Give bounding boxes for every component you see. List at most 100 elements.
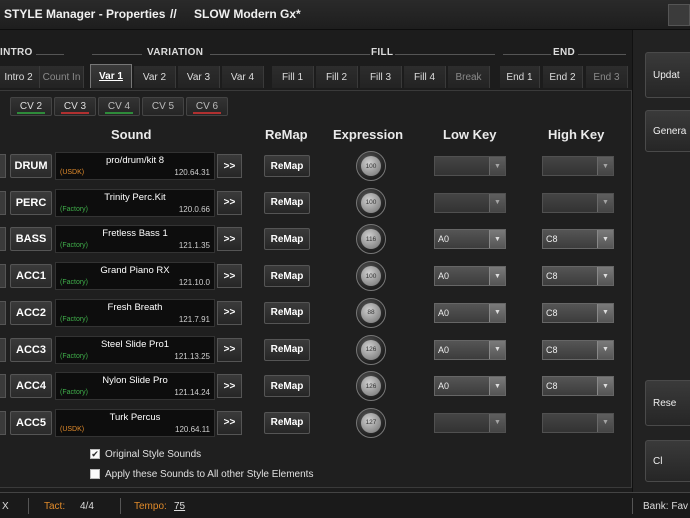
remap-button[interactable]: ReMap bbox=[264, 411, 310, 434]
track-row-acc4: ACC4 Nylon Slide Pro (Factory) 121.14.24 >> R… bbox=[0, 371, 630, 402]
remap-button[interactable]: ReMap bbox=[264, 155, 310, 177]
track-name-button[interactable]: ACC1 bbox=[10, 264, 52, 289]
remap-button[interactable]: ReMap bbox=[264, 375, 310, 398]
chevron-down-icon: ▼ bbox=[597, 340, 613, 359]
low-key-dropdown[interactable]: A0 ▼ bbox=[434, 376, 506, 397]
high-key-dropdown[interactable]: C8 ▼ bbox=[542, 339, 614, 360]
low-key-dropdown[interactable]: ▼ bbox=[434, 192, 506, 213]
remap-button[interactable]: ReMap bbox=[264, 228, 310, 251]
row-left-handle[interactable] bbox=[0, 410, 6, 435]
track-name-button[interactable]: DRUM bbox=[10, 154, 52, 178]
expression-knob[interactable]: 126 bbox=[356, 371, 386, 402]
expression-knob[interactable]: 126 bbox=[356, 334, 386, 365]
remap-button[interactable]: ReMap bbox=[264, 191, 310, 214]
tab-fill-3[interactable]: Fill 3 bbox=[360, 66, 402, 88]
row-left-handle[interactable] bbox=[0, 154, 6, 178]
row-left-handle[interactable] bbox=[0, 227, 6, 252]
cv-tab-cv-2[interactable]: CV 2 bbox=[10, 97, 52, 116]
tab-break[interactable]: Break bbox=[448, 66, 490, 88]
expression-knob[interactable]: 100 bbox=[356, 151, 386, 181]
sound-display[interactable]: Fresh Breath (Factory) 121.7.91 bbox=[55, 298, 215, 327]
chevron-down-icon: ▼ bbox=[597, 413, 613, 432]
tab-fill-1[interactable]: Fill 1 bbox=[272, 66, 314, 88]
expression-knob[interactable]: 100 bbox=[356, 187, 386, 218]
low-key-dropdown[interactable]: A0 ▼ bbox=[434, 302, 506, 323]
tab-end-3[interactable]: End 3 bbox=[586, 66, 628, 88]
low-key-dropdown[interactable]: A0 ▼ bbox=[434, 339, 506, 360]
low-key-dropdown[interactable]: ▼ bbox=[434, 156, 506, 176]
row-left-handle[interactable] bbox=[0, 190, 6, 215]
sound-select-button[interactable]: >> bbox=[217, 410, 242, 435]
tempo-value[interactable]: 75 bbox=[174, 501, 185, 512]
sound-select-button[interactable]: >> bbox=[217, 264, 242, 289]
tab-end-1[interactable]: End 1 bbox=[500, 66, 540, 88]
tab-var-1[interactable]: Var 1 bbox=[90, 64, 132, 88]
sound-display[interactable]: Nylon Slide Pro (Factory) 121.14.24 bbox=[55, 372, 215, 401]
apply-all-elements-checkbox[interactable] bbox=[90, 469, 100, 479]
sound-display[interactable]: Fretless Bass 1 (Factory) 121.1.35 bbox=[55, 225, 215, 254]
high-key-dropdown[interactable]: ▼ bbox=[542, 412, 614, 433]
reset-button[interactable]: Rese bbox=[645, 380, 690, 426]
low-key-dropdown[interactable]: A0 ▼ bbox=[434, 266, 506, 287]
remap-button[interactable]: ReMap bbox=[264, 301, 310, 324]
expression-knob[interactable]: 100 bbox=[356, 261, 386, 292]
sound-source-tag: (Factory) bbox=[60, 389, 88, 397]
high-key-dropdown[interactable]: C8 ▼ bbox=[542, 266, 614, 287]
low-key-dropdown[interactable]: ▼ bbox=[434, 412, 506, 433]
tab-end-2[interactable]: End 2 bbox=[543, 66, 583, 88]
high-key-dropdown[interactable]: C8 ▼ bbox=[542, 376, 614, 397]
dropdown-arrow-glyph: ▼ bbox=[494, 199, 501, 207]
expression-knob[interactable]: 116 bbox=[356, 224, 386, 255]
cv-tab-cv-3[interactable]: CV 3 bbox=[54, 97, 96, 116]
track-name-button[interactable]: BASS bbox=[10, 227, 52, 252]
expression-value: 100 bbox=[361, 156, 381, 176]
sound-display[interactable]: pro/drum/kit 8 (USDK) 120.64.31 bbox=[55, 152, 215, 180]
tab-fill-4[interactable]: Fill 4 bbox=[404, 66, 446, 88]
close-button[interactable]: Cl bbox=[645, 440, 690, 482]
low-key-dropdown[interactable]: A0 ▼ bbox=[434, 229, 506, 250]
update-button[interactable]: Updat bbox=[645, 52, 690, 98]
track-name-button[interactable]: ACC2 bbox=[10, 300, 52, 325]
high-key-dropdown[interactable]: ▼ bbox=[542, 156, 614, 176]
row-left-handle[interactable] bbox=[0, 374, 6, 399]
expression-knob[interactable]: 88 bbox=[356, 297, 386, 328]
original-style-sounds-checkbox[interactable]: ✔ bbox=[90, 449, 100, 459]
window-control-button[interactable] bbox=[668, 4, 690, 26]
remap-button[interactable]: ReMap bbox=[264, 265, 310, 288]
sound-select-button[interactable]: >> bbox=[217, 190, 242, 215]
sound-select-button[interactable]: >> bbox=[217, 337, 242, 362]
cv-tab-cv-4[interactable]: CV 4 bbox=[98, 97, 140, 116]
tab-intro-2[interactable]: Intro 2 bbox=[0, 66, 40, 88]
high-key-dropdown[interactable]: C8 ▼ bbox=[542, 302, 614, 323]
remap-button[interactable]: ReMap bbox=[264, 338, 310, 361]
tab-var-2[interactable]: Var 2 bbox=[134, 66, 176, 88]
high-key-dropdown[interactable]: C8 ▼ bbox=[542, 229, 614, 250]
expression-value: 116 bbox=[361, 229, 381, 250]
tab-var-4[interactable]: Var 4 bbox=[222, 66, 264, 88]
chevron-down-icon: ▼ bbox=[489, 413, 505, 432]
tab-fill-2[interactable]: Fill 2 bbox=[316, 66, 358, 88]
cv-tab-cv-5[interactable]: CV 5 bbox=[142, 97, 184, 116]
cv-tab-cv-6[interactable]: CV 6 bbox=[186, 97, 228, 116]
high-key-dropdown[interactable]: ▼ bbox=[542, 192, 614, 213]
sound-display[interactable]: Steel Slide Pro1 (Factory) 121.13.25 bbox=[55, 335, 215, 364]
sound-display[interactable]: Grand Piano RX (Factory) 121.10.0 bbox=[55, 262, 215, 291]
track-name-button[interactable]: ACC3 bbox=[10, 337, 52, 362]
tab-var-3[interactable]: Var 3 bbox=[178, 66, 220, 88]
sound-display[interactable]: Turk Percus (USDK) 120.64.11 bbox=[55, 408, 215, 437]
generate-button[interactable]: Genera bbox=[645, 110, 690, 152]
row-left-handle[interactable] bbox=[0, 337, 6, 362]
row-left-handle[interactable] bbox=[0, 264, 6, 289]
track-name-button[interactable]: PERC bbox=[10, 190, 52, 215]
tab-count-in[interactable]: Count In bbox=[40, 66, 84, 88]
track-name-button[interactable]: ACC5 bbox=[10, 410, 52, 435]
expression-knob[interactable]: 127 bbox=[356, 407, 386, 438]
sound-display[interactable]: Trinity Perc.Kit (Factory) 120.0.66 bbox=[55, 188, 215, 217]
sound-select-button[interactable]: >> bbox=[217, 300, 242, 325]
sound-select-button[interactable]: >> bbox=[217, 227, 242, 252]
header-remap: ReMap bbox=[265, 127, 308, 142]
sound-select-button[interactable]: >> bbox=[217, 154, 242, 178]
row-left-handle[interactable] bbox=[0, 300, 6, 325]
sound-select-button[interactable]: >> bbox=[217, 374, 242, 399]
track-name-button[interactable]: ACC4 bbox=[10, 374, 52, 399]
